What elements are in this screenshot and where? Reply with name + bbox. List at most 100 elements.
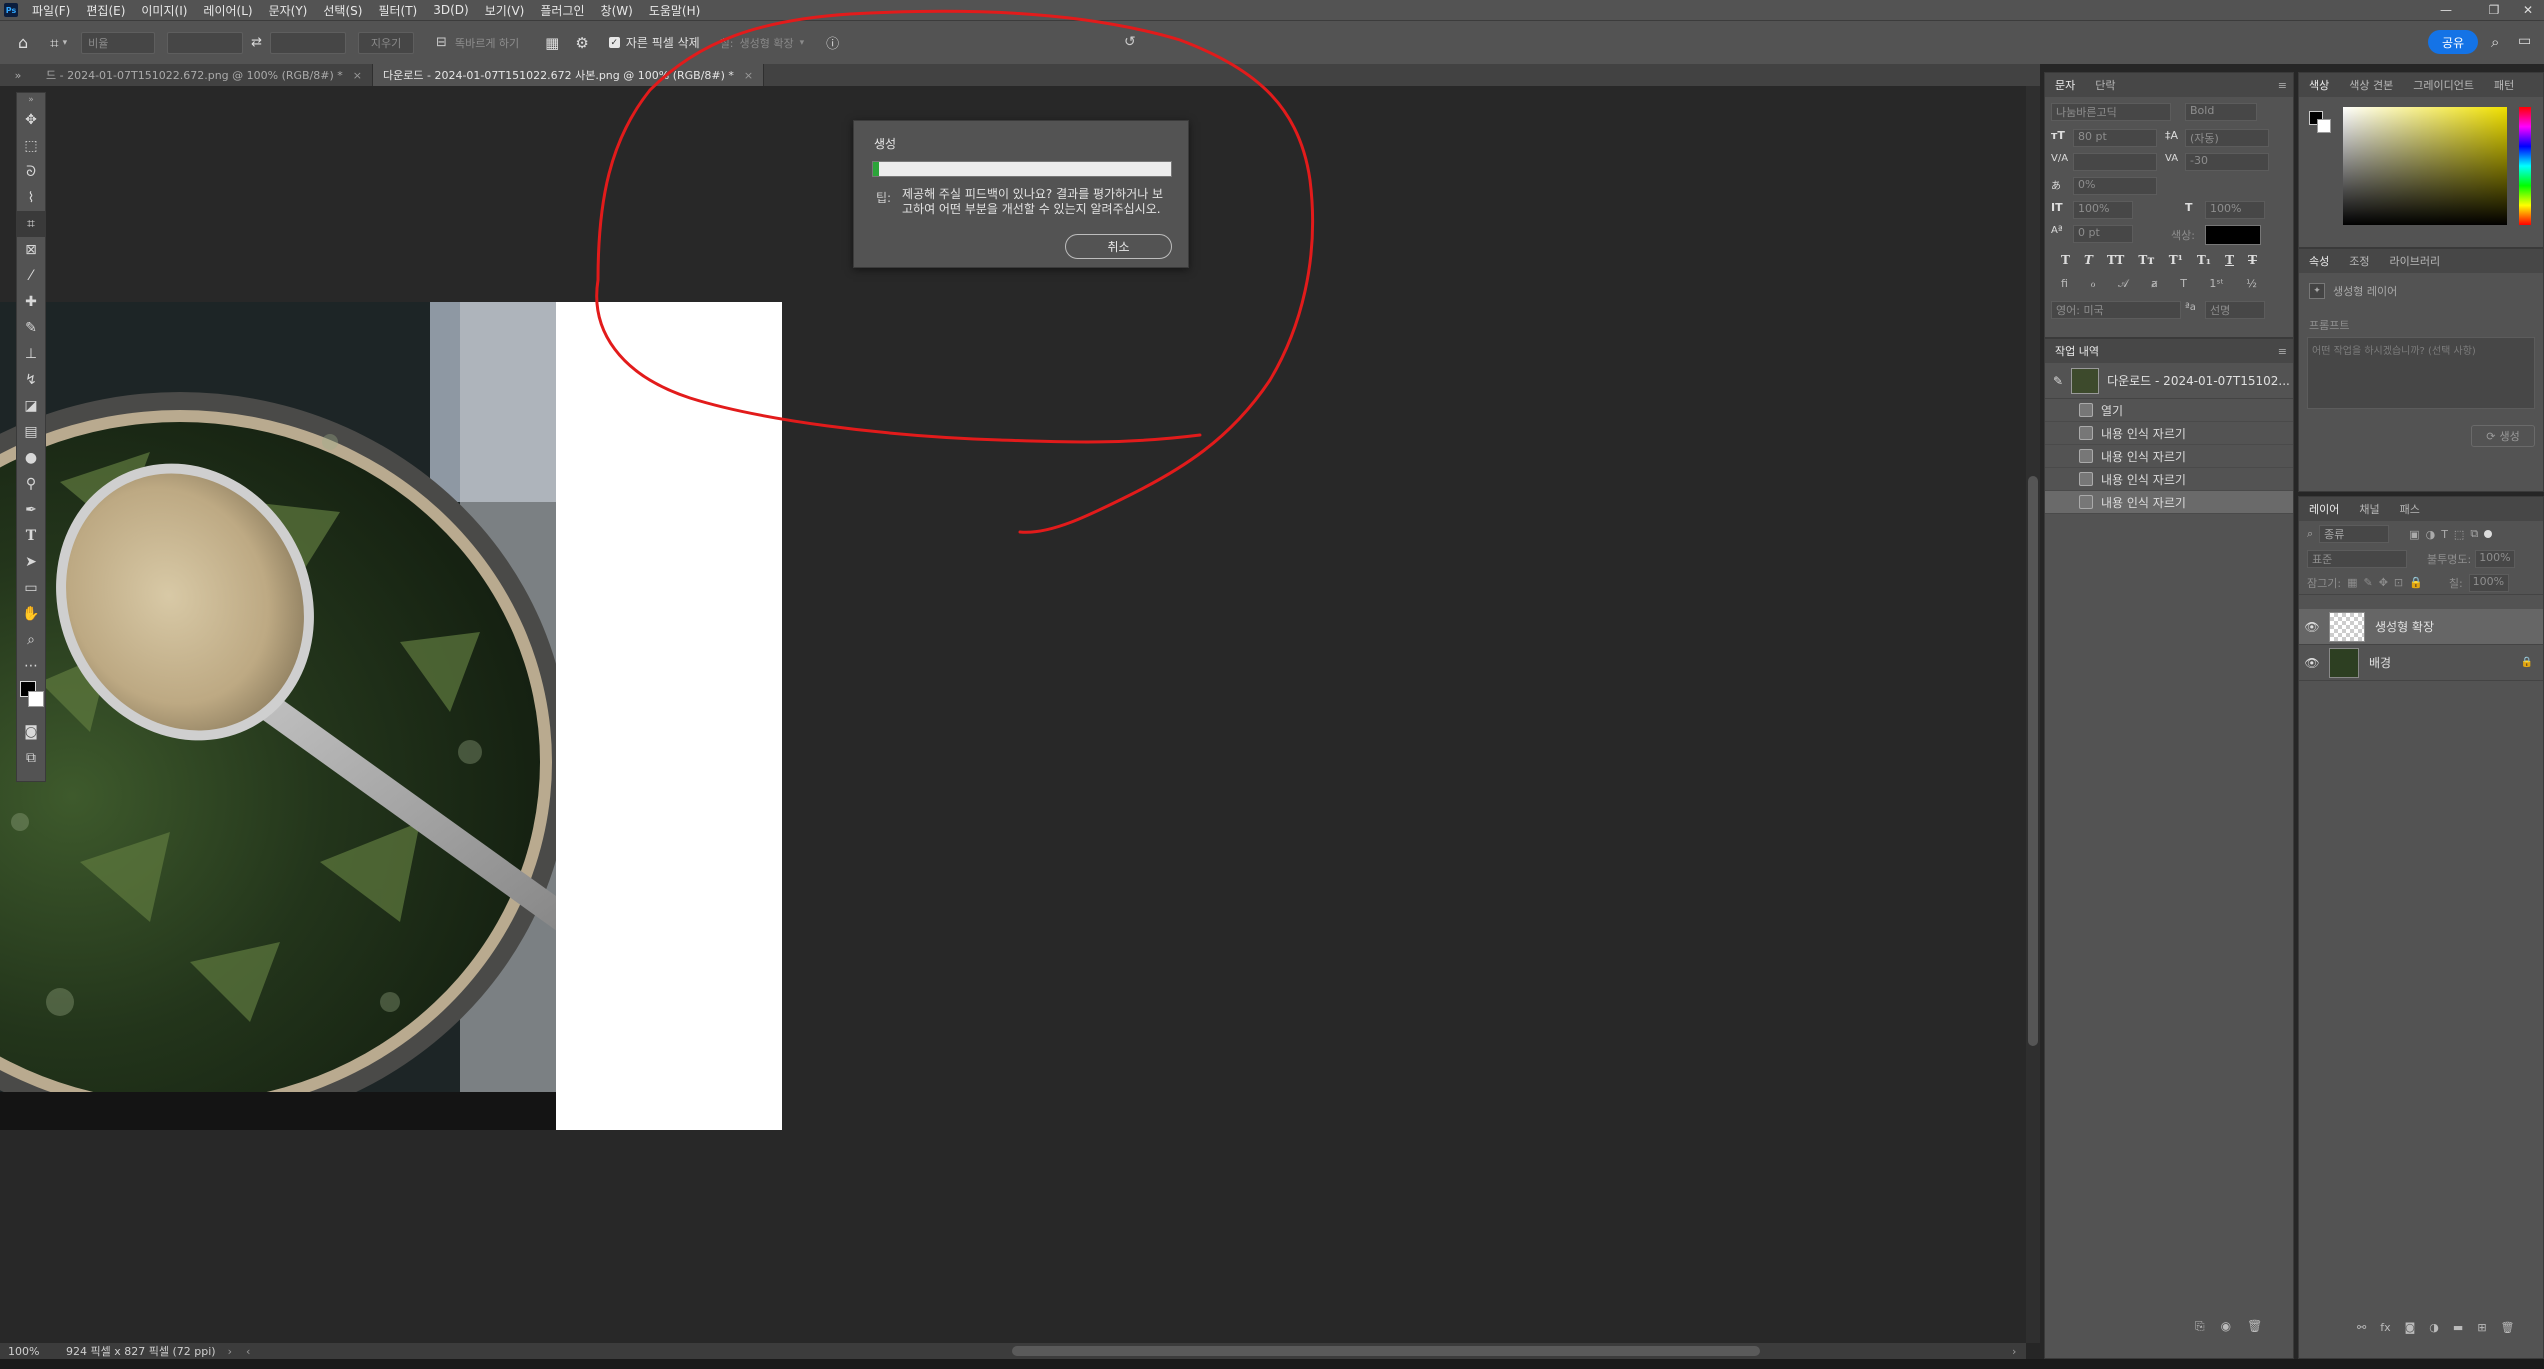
history-brush-tool-icon[interactable]: ↯ — [17, 367, 45, 393]
font-size-input[interactable]: 80 pt — [2073, 129, 2157, 147]
rectangle-tool-icon[interactable]: ▭ — [17, 575, 45, 601]
menu-layer[interactable]: 레이어(L) — [195, 2, 260, 19]
filter-pixel-icon[interactable]: ▣ — [2409, 528, 2419, 541]
brush-tool-icon[interactable]: ✎ — [17, 315, 45, 341]
kerning-input[interactable] — [2073, 153, 2157, 171]
menu-select[interactable]: 선택(S) — [315, 2, 370, 19]
ratio-select[interactable]: 비율 — [81, 31, 156, 54]
tab-character[interactable]: 문자 — [2045, 77, 2085, 93]
font-family-select[interactable]: 나눔바른고딕 — [2051, 103, 2171, 121]
dodge-tool-icon[interactable]: ⚲ — [17, 471, 45, 497]
filter-type-select[interactable]: 종류 — [2319, 525, 2390, 543]
layer-name[interactable]: 생성형 확장 — [2375, 618, 2434, 635]
menu-plugins[interactable]: 플러그인 — [532, 2, 592, 19]
group-folder-icon[interactable]: ▬ — [2453, 1321, 2463, 1334]
pen-tool-icon[interactable]: ✒ — [17, 497, 45, 523]
link-layers-icon[interactable]: ⚯ — [2357, 1321, 2366, 1334]
width-input[interactable] — [167, 31, 244, 54]
prompt-input[interactable]: 어떤 작업을 하시겠습니까? (선택 사항) — [2307, 337, 2535, 409]
background-color-swatch[interactable] — [2317, 119, 2331, 133]
eyedropper-tool-icon[interactable]: ⁄ — [17, 263, 45, 289]
vertical-scrollbar-thumb[interactable] — [2028, 476, 2038, 1046]
horizontal-scale-input[interactable]: 100% — [2205, 201, 2265, 219]
vertical-scale-input[interactable]: 100% — [2073, 201, 2133, 219]
info-icon[interactable]: ⓘ — [826, 33, 839, 52]
layer-row[interactable]: 👁 배경 🔒 — [2299, 645, 2543, 681]
share-button[interactable]: 공유 — [2428, 30, 2478, 54]
quick-mask-icon[interactable]: ◙ — [17, 719, 45, 745]
close-icon[interactable]: ✕ — [2512, 0, 2544, 20]
history-item[interactable]: 열기 — [2045, 399, 2293, 422]
menu-edit[interactable]: 편집(E) — [78, 2, 133, 19]
filter-smart-icon[interactable]: ⧉ — [2470, 527, 2478, 541]
history-brush-icon[interactable]: ✎ — [2053, 374, 2063, 388]
baseline-shift-input[interactable]: 0 pt — [2073, 225, 2133, 243]
document-tab-1[interactable]: 드 - 2024-01-07T151022.672.png @ 100% (RG… — [36, 64, 374, 86]
tab-gradients[interactable]: 그레이디언트 — [2403, 77, 2484, 93]
font-style-select[interactable]: Bold — [2185, 103, 2257, 121]
photoshop-logo[interactable]: Ps — [4, 3, 18, 17]
zoom-level[interactable]: 100% — [8, 1345, 60, 1358]
fractions-icon[interactable]: ½ — [2246, 277, 2257, 291]
visibility-eye-icon[interactable]: 👁 — [2299, 620, 2325, 634]
tab-color[interactable]: 색상 — [2299, 77, 2339, 93]
layer-row[interactable]: 👁 생성형 확장 — [2299, 609, 2543, 645]
history-item[interactable]: 내용 인식 자르기 — [2045, 468, 2293, 491]
trash-icon[interactable]: 🗑 — [2247, 1319, 2262, 1334]
search-icon[interactable]: ⌕ — [2491, 33, 2499, 51]
menu-file[interactable]: 파일(F) — [24, 2, 78, 19]
toolbar-grip-icon[interactable]: » — [17, 93, 45, 107]
home-icon[interactable]: ⌂ — [18, 33, 28, 52]
layer-mask-icon[interactable]: ◙ — [2405, 1321, 2416, 1334]
tsume-input[interactable]: 0% — [2073, 177, 2157, 195]
tab-adjustments[interactable]: 조정 — [2339, 253, 2379, 269]
straighten-button[interactable]: 똑바르게 하기 — [455, 35, 519, 51]
menu-image[interactable]: 이미지(I) — [133, 2, 195, 19]
tab-history[interactable]: 작업 내역 — [2045, 343, 2109, 359]
lock-all-icon[interactable]: 🔒 — [2409, 576, 2423, 589]
menu-window[interactable]: 창(W) — [593, 2, 641, 19]
lock-artboard-icon[interactable]: ⊡ — [2394, 576, 2403, 589]
menu-view[interactable]: 보기(V) — [477, 2, 533, 19]
zoom-tool-icon[interactable]: ⌕ — [17, 627, 45, 653]
gradient-tool-icon[interactable]: ▤ — [17, 419, 45, 445]
menu-filter[interactable]: 필터(T) — [370, 2, 425, 19]
delete-pixels-checkbox[interactable]: ✓ — [608, 37, 620, 48]
screen-mode-icon[interactable]: ⧉ — [17, 745, 45, 771]
tab-swatches[interactable]: 색상 견본 — [2339, 77, 2403, 93]
old-style-icon[interactable]: ℴ — [2090, 277, 2095, 291]
layer-name[interactable]: 배경 — [2369, 654, 2391, 671]
tab-paths[interactable]: 패스 — [2390, 501, 2430, 517]
chevron-right-icon[interactable]: › — [228, 1345, 232, 1358]
crop-tool-preset-icon[interactable]: ⌗ — [50, 34, 58, 52]
stamp-tool-icon[interactable]: ⊥ — [17, 341, 45, 367]
path-select-tool-icon[interactable]: ➤ — [17, 549, 45, 575]
faux-bold-icon[interactable]: T — [2061, 253, 2070, 267]
horizontal-scrollbar-thumb[interactable] — [1012, 1346, 1760, 1356]
small-caps-icon[interactable]: Tᴛ — [2138, 253, 2154, 267]
text-color-swatch[interactable] — [2205, 225, 2261, 245]
history-item-selected[interactable]: 내용 인식 자르기 — [2045, 491, 2293, 514]
menu-3d[interactable]: 3D(D) — [425, 3, 476, 17]
new-document-from-state-icon[interactable]: ⎘ — [2195, 1319, 2205, 1334]
filter-toggle-icon[interactable] — [2484, 530, 2493, 538]
blur-tool-icon[interactable]: ● — [17, 445, 45, 471]
collapse-arrows-icon[interactable]: » — [0, 69, 36, 82]
history-item[interactable]: 내용 인식 자르기 — [2045, 445, 2293, 468]
lock-paint-icon[interactable]: ✎ — [2363, 576, 2372, 589]
leading-input[interactable]: (자동) — [2185, 129, 2269, 147]
workspace-icon[interactable]: ▭ — [2518, 33, 2531, 49]
tab-paragraph[interactable]: 단락 — [2085, 77, 2125, 93]
filter-type-icon[interactable]: T — [2441, 528, 2448, 541]
color-field[interactable] — [2343, 107, 2507, 225]
swap-icon[interactable]: ⇄ — [251, 35, 262, 50]
crop-tool-icon[interactable]: ⌗ — [17, 211, 45, 237]
filter-shape-icon[interactable]: ⬚ — [2454, 528, 2464, 541]
camera-icon[interactable]: ◉ — [2221, 1319, 2231, 1334]
scroll-right-icon[interactable]: › — [2012, 1345, 2016, 1358]
marquee-tool-icon[interactable]: ⬚ — [17, 133, 45, 159]
scroll-left-icon[interactable]: ‹ — [246, 1345, 250, 1358]
vertical-scrollbar[interactable] — [2026, 86, 2040, 1343]
quick-select-tool-icon[interactable]: ⌇ — [17, 185, 45, 211]
lock-position-icon[interactable]: ✥ — [2379, 576, 2388, 589]
